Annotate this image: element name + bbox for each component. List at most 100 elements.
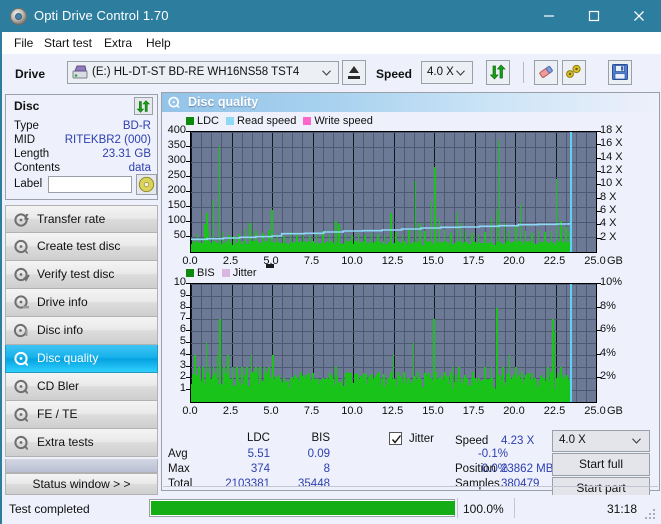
peak-bar <box>302 378 305 402</box>
extra-tests-icon <box>14 435 28 450</box>
save-icon <box>612 64 628 80</box>
ytick-mark-right <box>597 283 601 284</box>
ytick-left: 400 <box>167 124 186 136</box>
peak-bar <box>392 354 395 402</box>
cd-bler-icon <box>14 379 28 394</box>
peak-bar <box>508 354 511 402</box>
sidebar-item-transfer-rate[interactable]: Transfer rate <box>5 205 158 233</box>
status-window-button[interactable]: Status window > > <box>5 473 158 495</box>
peak-bar <box>534 378 536 402</box>
ytick-right: 10 X <box>600 177 623 190</box>
stats-header-ldc: LDC <box>246 432 270 444</box>
ytick-right: 16 X <box>600 137 623 150</box>
disc-quality-icon <box>14 351 28 366</box>
save-button[interactable] <box>608 60 632 85</box>
ytick-mark-left <box>186 342 190 343</box>
peak-bar <box>425 378 428 402</box>
left-panel: Disc Type BD-R MID RITEKBR2 (000) Length… <box>5 94 159 495</box>
speed-stat-label: Speed <box>455 435 489 447</box>
disc-refresh-button[interactable] <box>134 97 153 115</box>
ytick-left: 2 <box>179 370 186 383</box>
app-icon <box>10 8 27 25</box>
peak-bar <box>380 378 383 402</box>
disc-length-value: 23.31 GB <box>102 148 151 160</box>
ytick-mark-right <box>597 171 601 172</box>
disc-row-mid: MID RITEKBR2 (000) <box>6 134 159 149</box>
xtick: 7.5 <box>303 405 320 417</box>
xtick: 12.5 <box>381 405 404 417</box>
xtick: 22.5 <box>543 405 566 417</box>
ytick-left: 9 <box>179 287 186 300</box>
test-speed-select[interactable]: 4.0 X <box>552 430 650 452</box>
peak-bar <box>263 366 266 402</box>
create-test-disc-icon <box>14 239 28 254</box>
stats-header-bis: BIS <box>311 432 330 444</box>
peak-bar <box>387 378 389 402</box>
peak-bar <box>198 366 200 402</box>
ytick-mark-left <box>186 161 190 162</box>
close-button[interactable] <box>616 1 661 32</box>
resize-grip[interactable] <box>645 509 656 520</box>
ytick-right: 8% <box>600 299 616 312</box>
sidebar-item-verify-test-disc[interactable]: Verify test disc <box>5 261 158 289</box>
peak-bar <box>528 378 530 402</box>
xtick: 15.0 <box>422 405 444 417</box>
ytick-right: 8 X <box>600 190 617 203</box>
disc-mid-label: MID <box>14 134 36 146</box>
ytick-left: 300 <box>167 154 186 166</box>
menu-help[interactable]: Help <box>141 35 176 51</box>
legend-label: Jitter <box>232 267 257 279</box>
minimize-button[interactable] <box>526 1 571 32</box>
eject-button[interactable] <box>342 60 366 85</box>
peak-bar <box>565 378 567 402</box>
speed-select[interactable]: 4.0 X <box>421 61 473 84</box>
legend-label: BIS <box>197 267 215 279</box>
refresh-button[interactable] <box>486 60 510 85</box>
menu-file[interactable]: File <box>9 35 38 51</box>
stats-panel: LDC BIS Avg 5.51 0.09 -0.1% Max 374 8 0.… <box>163 430 658 500</box>
sidebar-item-disc-info[interactable]: Disc info <box>5 317 158 345</box>
sidebar-item-disc-quality[interactable]: Disc quality <box>5 345 158 373</box>
peak-bar <box>227 354 229 402</box>
peak-bar <box>328 378 331 402</box>
peak-bar <box>496 307 498 402</box>
sidebar-label: Create test disc <box>37 239 121 253</box>
disc-label-input[interactable] <box>48 176 132 193</box>
end-marker-line <box>570 132 572 252</box>
stats-row-avg-label: Avg <box>168 448 188 460</box>
ytick-mark-left <box>186 191 190 192</box>
tools-button[interactable] <box>562 60 586 85</box>
erase-button[interactable] <box>534 60 558 85</box>
sidebar-item-drive-info[interactable]: Drive info <box>5 289 158 317</box>
menu-start-test[interactable]: Start test <box>39 35 97 51</box>
stats-max-bis: 8 <box>323 463 330 475</box>
legend-extra-marker <box>266 264 274 268</box>
ytick-mark-right <box>597 353 601 355</box>
sidebar-item-fe-te[interactable]: FE / TE <box>5 401 158 429</box>
start-full-button[interactable]: Start full <box>552 453 650 476</box>
ytick-mark-left <box>186 306 190 308</box>
elapsed-time: 31:18 <box>606 502 637 516</box>
ytick-left: 350 <box>167 139 186 151</box>
maximize-button[interactable] <box>571 1 616 32</box>
peak-bar <box>231 366 234 402</box>
disc-contents-value: data <box>128 162 151 174</box>
peak-bar <box>202 366 204 402</box>
legend-swatch <box>226 117 235 125</box>
sidebar-item-extra-tests[interactable]: Extra tests <box>5 429 158 457</box>
sidebar-label: Transfer rate <box>37 212 106 226</box>
menu-extra[interactable]: Extra <box>99 35 137 51</box>
drive-select[interactable]: (E:) HL-DT-ST BD-RE WH16NS58 TST4 <box>67 61 339 84</box>
peak-bar <box>540 378 543 402</box>
chart-legend: LDC Read speed Write speed <box>186 115 380 127</box>
jitter-checkbox[interactable] <box>389 432 402 445</box>
sidebar-item-create-test-disc[interactable]: Create test disc <box>5 233 158 261</box>
ytick-left: 100 <box>167 214 186 226</box>
ytick-mark-right <box>597 306 601 308</box>
peak-bar <box>208 366 211 402</box>
fe-te-icon <box>14 407 28 422</box>
samples-stat-label: Samples <box>455 478 500 490</box>
series-read-speed <box>191 222 571 241</box>
sidebar-item-cd-bler[interactable]: CD Bler <box>5 373 158 401</box>
disc-length-label: Length <box>14 148 50 160</box>
